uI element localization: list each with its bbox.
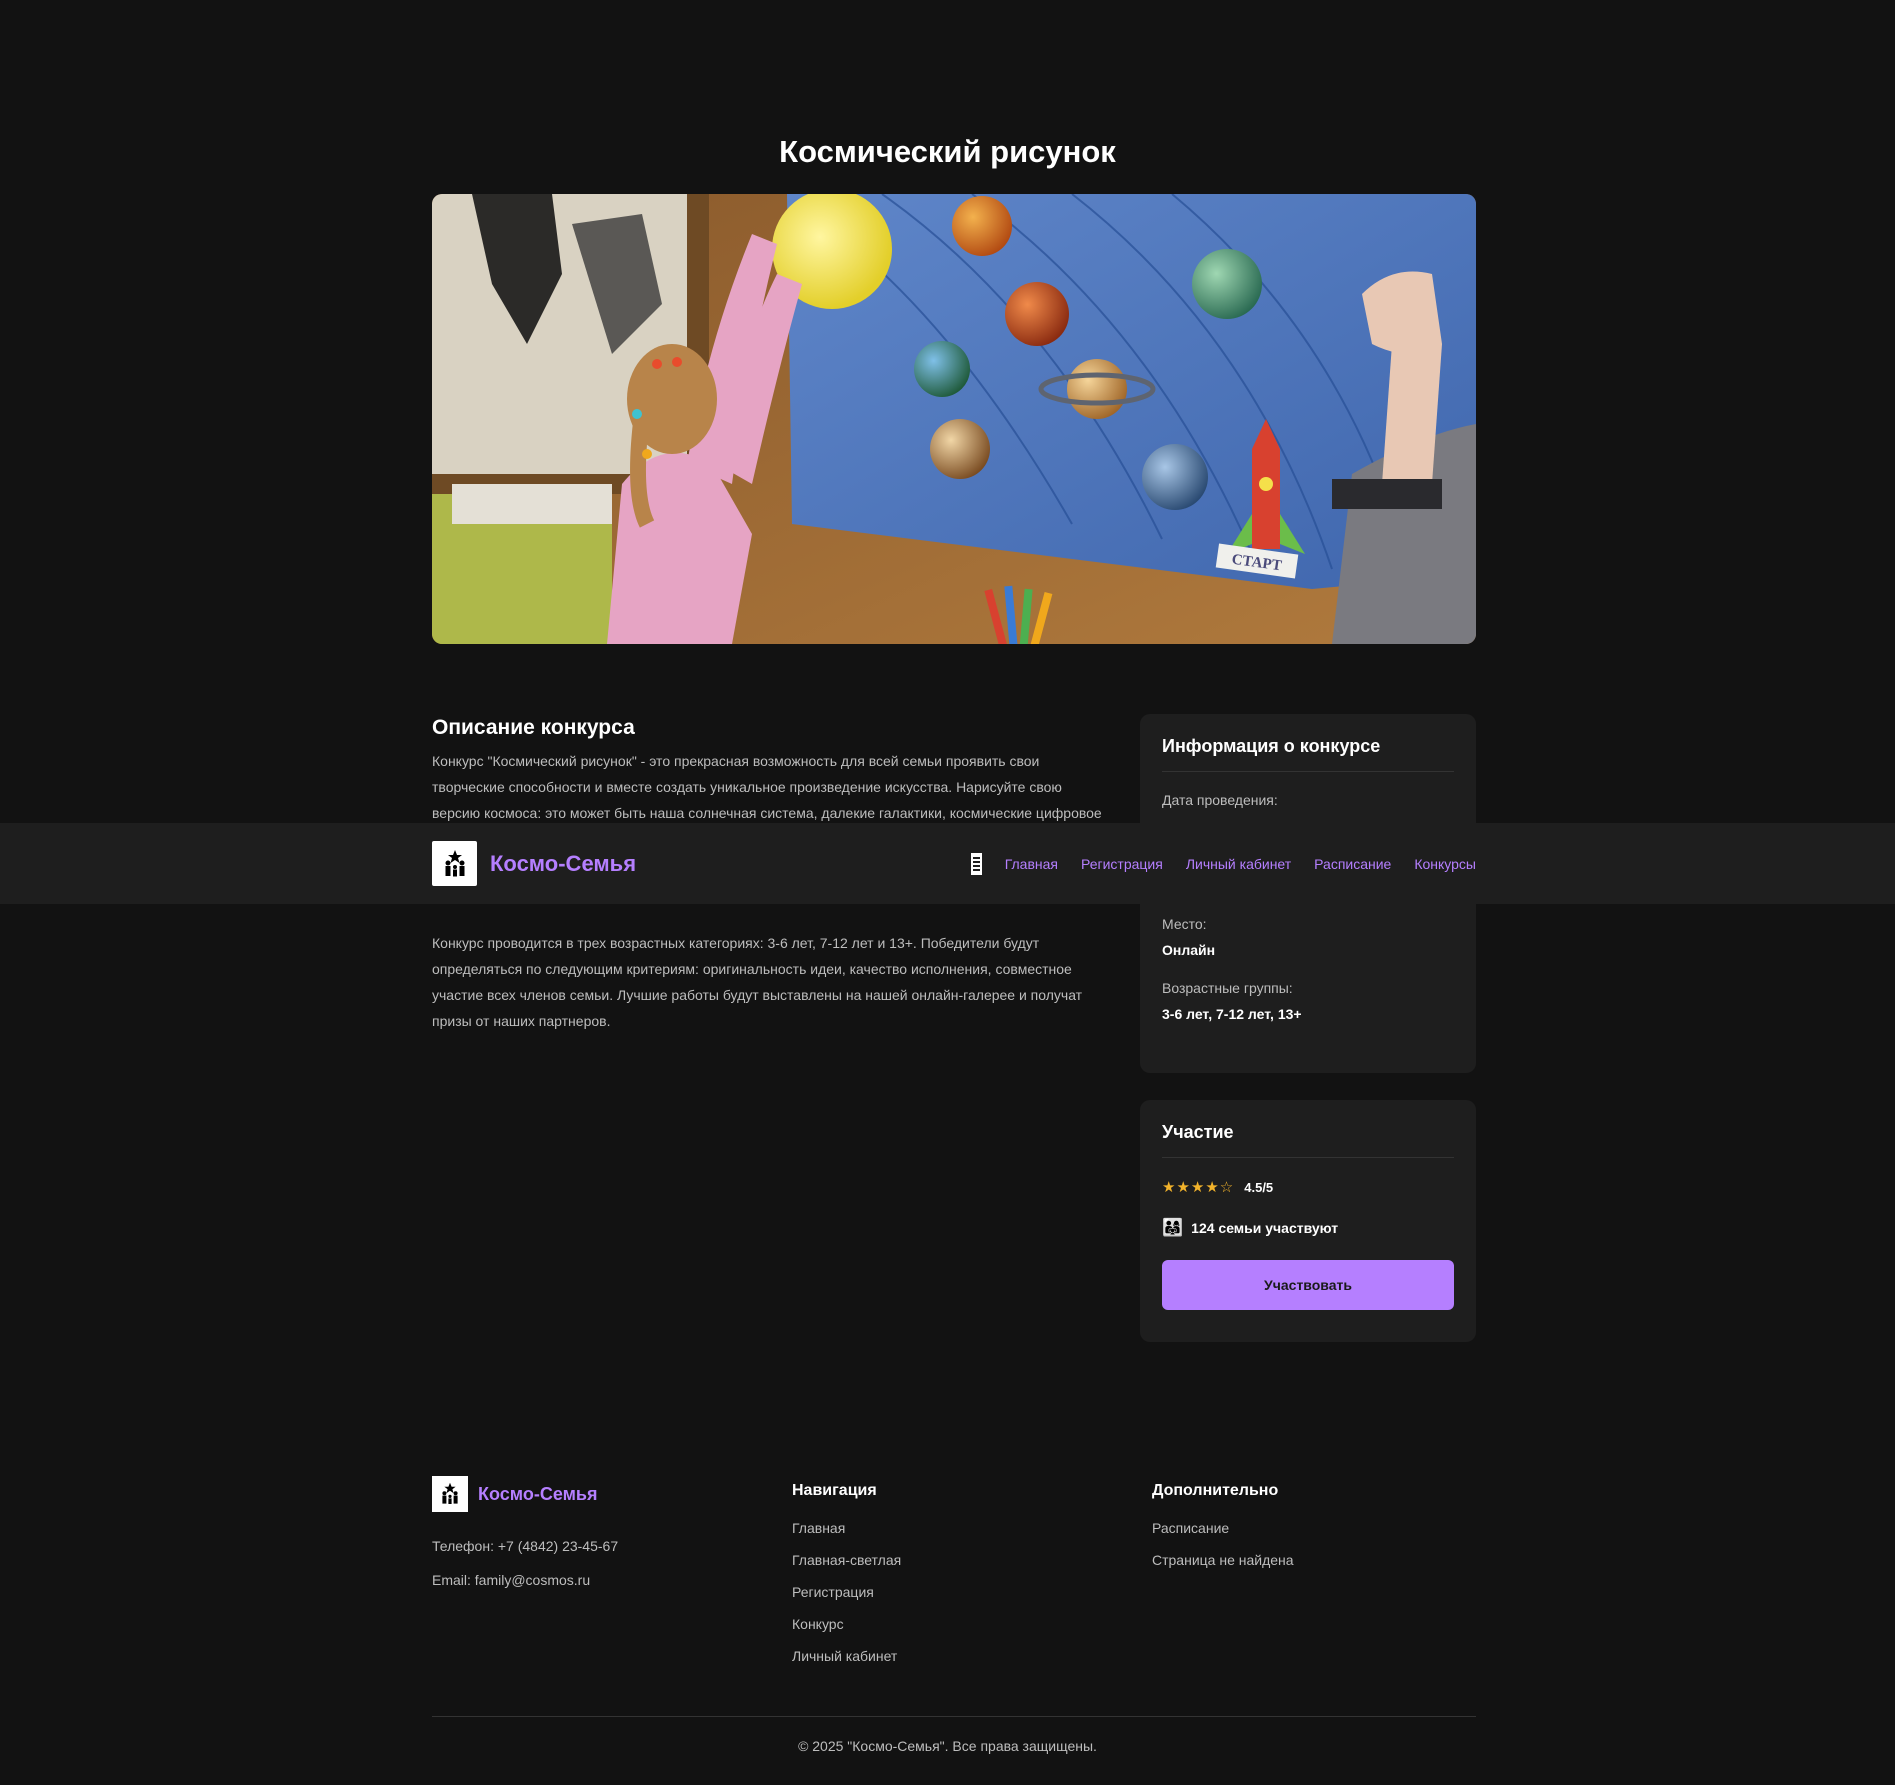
rating-stars-icon: ★★★★☆ [1162, 1179, 1235, 1196]
nav-link-schedule[interactable]: Расписание [1314, 856, 1391, 872]
description-paragraph-2: Конкурс проводится в трех возрастных кат… [432, 935, 1083, 1029]
participation-title: Участие [1162, 1122, 1454, 1158]
footer-phone: Телефон: +7 (4842) 23-45-67 [432, 1538, 619, 1554]
footer-link-not-found[interactable]: Страница не найдена [1152, 1552, 1476, 1568]
footer-brand-name: Космо-Семья [478, 1483, 598, 1504]
footer-email: Email: family@cosmos.ru [432, 1572, 591, 1588]
logo-link[interactable] [432, 841, 477, 886]
footer-link-registration[interactable]: Регистрация [792, 1584, 1122, 1600]
footer-link-account[interactable]: Личный кабинет [792, 1648, 1122, 1664]
main-nav: Главная Регистрация Личный кабинет Распи… [970, 852, 1476, 875]
footer-nav-column: Навигация Главная Главная-светлая Регист… [792, 1476, 1122, 1680]
footer-link-home-light[interactable]: Главная-светлая [792, 1552, 1122, 1568]
place-label: Место: [1162, 916, 1207, 932]
date-label: Дата проведения: [1162, 792, 1278, 808]
nav-link-account[interactable]: Личный кабинет [1186, 856, 1291, 872]
families-count: 👨‍👩‍👧 124 семьи участвуют [1162, 1218, 1454, 1238]
ages-label: Возрастные группы: [1162, 980, 1293, 996]
footer-link-home[interactable]: Главная [792, 1520, 1122, 1536]
page-title: Космический рисунок [779, 134, 1116, 169]
footer-extra-heading: Дополнительно [1152, 1482, 1279, 1499]
participation-card: Участие ★★★★☆ 4.5/5 👨‍👩‍👧 124 семьи учас… [1140, 1100, 1476, 1342]
ages-value: 3-6 лет, 7-12 лет, 13+ [1162, 1006, 1302, 1022]
menu-toggle-icon[interactable] [970, 852, 982, 875]
footer-extra-column: Дополнительно Расписание Страница не най… [1152, 1476, 1476, 1584]
hero-image: СТАРТ [432, 194, 1476, 644]
site-header: Космо-Семья Главная Регистрация Личный к… [0, 823, 1895, 904]
brand-name[interactable]: Космо-Семья [490, 851, 636, 877]
participate-button[interactable]: Участвовать [1162, 1260, 1454, 1310]
place-value: Онлайн [1162, 942, 1216, 958]
footer-brand-column: Космо-Семья Телефон: +7 (4842) 23-45-67 … [432, 1476, 762, 1588]
footer-logo[interactable] [432, 1476, 468, 1512]
nav-link-contests[interactable]: Конкурсы [1414, 856, 1476, 872]
family-icon: 👨‍👩‍👧 [1162, 1218, 1184, 1237]
footer-divider [432, 1716, 1476, 1717]
rating-value: 4.5/5 [1244, 1179, 1274, 1195]
info-card-title: Информация о конкурсе [1162, 736, 1454, 772]
nav-link-registration[interactable]: Регистрация [1081, 856, 1163, 872]
families-text: 124 семьи участвуют [1191, 1220, 1339, 1236]
rating: ★★★★☆ 4.5/5 [1162, 1178, 1454, 1196]
description-heading: Описание конкурса [432, 716, 635, 739]
family-star-icon [442, 1482, 458, 1504]
footer-link-schedule[interactable]: Расписание [1152, 1520, 1476, 1536]
nav-link-home[interactable]: Главная [1005, 856, 1058, 872]
footer-nav-heading: Навигация [792, 1482, 877, 1499]
family-star-icon [445, 849, 464, 876]
footer-link-contest[interactable]: Конкурс [792, 1616, 1122, 1632]
copyright: © 2025 "Космо-Семья". Все права защищены… [798, 1738, 1097, 1754]
